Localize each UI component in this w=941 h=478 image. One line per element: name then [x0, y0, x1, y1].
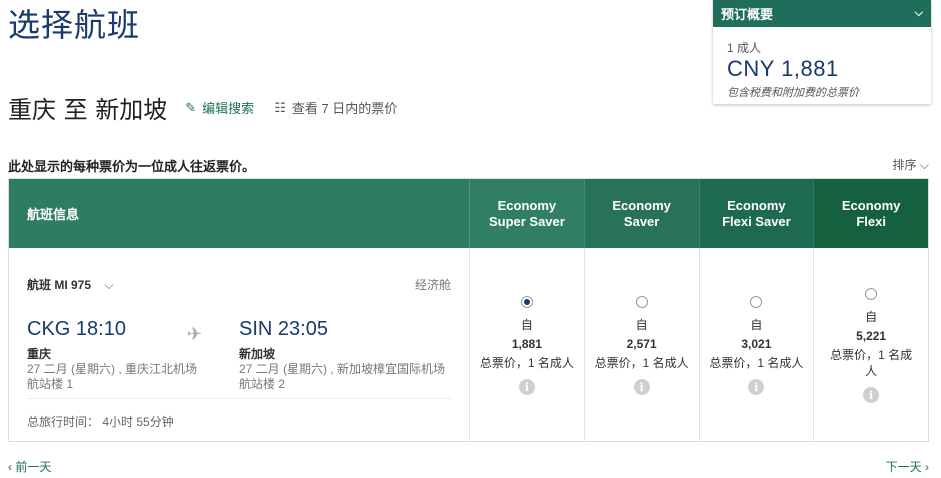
- arrival-terminal: 航站楼 2: [239, 377, 286, 391]
- fare-radio-super-saver[interactable]: [520, 296, 533, 308]
- fare-radio-flexi[interactable]: [865, 288, 878, 300]
- flight-number: 航班 MI 975: [27, 278, 92, 292]
- booking-summary-title: 预订概要: [721, 7, 774, 22]
- chevron-down-icon: ⌵: [104, 278, 114, 292]
- info-icon[interactable]: i: [518, 379, 535, 395]
- sort-dropdown[interactable]: 排序 ⌵: [893, 156, 929, 173]
- fare-subtext: 总票价，1 名成人: [594, 356, 689, 370]
- fare-option-super-saver[interactable]: 自 1,881 总票价，1 名成人 i: [469, 248, 584, 442]
- departure-segment: CKG 18:10 重庆 27 二月 (星期六) , 重庆江北机场 航站楼 1: [27, 318, 197, 392]
- fare-header-super-saver: Economy Super Saver: [469, 179, 584, 248]
- summary-price-note: 包含税费和附加费的总票价: [727, 87, 859, 99]
- fare-subtext: 总票价，1 名成人: [479, 356, 574, 370]
- divider: [27, 398, 452, 399]
- arrival-time: SIN 23:05: [239, 318, 328, 340]
- edit-search-label: 编辑搜索: [202, 101, 255, 116]
- airplane-icon: ✈: [187, 324, 203, 344]
- fare-option-saver[interactable]: 自 2,571 总票价，1 名成人 i: [583, 248, 699, 442]
- flight-info-cell: 航班 MI 975 ⌵ 经济舱 CKG 18:10 重庆 27 二月 (星期六)…: [9, 248, 469, 442]
- fare-price: 5,221: [856, 329, 887, 343]
- fare-price: 2,571: [626, 337, 657, 351]
- fare-subtext: 总票价，1 名成人: [830, 348, 913, 378]
- fare-note: 此处显示的每种票价为一位成人往返票价。: [8, 159, 256, 174]
- table-header: 航班信息 Economy Super Saver Economy Saver E…: [9, 179, 929, 248]
- flight-info-header: 航班信息: [9, 179, 470, 248]
- booking-summary-header[interactable]: 预订概要 ⌵: [713, 0, 931, 27]
- arrival-segment: SIN 23:05 新加坡 27 二月 (星期六) , 新加坡樟宜国际机场 航站…: [239, 318, 445, 392]
- departure-time: CKG 18:10: [27, 318, 126, 340]
- fare-subtext: 总票价，1 名成人: [709, 356, 804, 370]
- fare-from-label: 自: [520, 318, 533, 332]
- fare-radio-saver[interactable]: [635, 296, 648, 308]
- fare-option-flexi[interactable]: 自 5,221 总票价，1 名成人 i: [813, 248, 928, 442]
- info-icon[interactable]: i: [633, 379, 650, 395]
- edit-search-link[interactable]: ✎ 编辑搜索: [185, 98, 254, 117]
- departure-date-airport: 27 二月 (星期六) , 重庆江北机场: [27, 362, 198, 376]
- fare-price: 1,881: [511, 337, 542, 351]
- sort-label: 排序: [892, 158, 917, 172]
- page: 选择航班 预订概要 ⌵ 1 成人 CNY 1,881 包含税费和附加费的总票价 …: [0, 0, 941, 478]
- info-icon[interactable]: i: [863, 387, 880, 403]
- view-7-day-fares-link[interactable]: ☷ 查看 7 日内的票价: [274, 98, 397, 117]
- next-day-link[interactable]: 下一天 ›: [886, 458, 929, 475]
- fare-price: 3,021: [741, 337, 772, 351]
- booking-summary-panel: 预订概要 ⌵ 1 成人 CNY 1,881 包含税费和附加费的总票价: [713, 0, 931, 104]
- edit-icon: ✎: [185, 99, 197, 115]
- fare-header-flexi-saver: Economy Flexi Saver: [698, 179, 814, 248]
- previous-day-link[interactable]: ‹ 前一天: [8, 458, 51, 475]
- departure-city: 重庆: [27, 347, 52, 361]
- view-7-day-label: 查看 7 日内的票价: [291, 101, 398, 116]
- fare-radio-flexi-saver[interactable]: [750, 296, 763, 308]
- arrival-date-airport: 27 二月 (星期六) , 新加坡樟宜国际机场: [239, 362, 446, 376]
- cabin-class: 经济舱: [415, 278, 452, 292]
- flight-number-toggle[interactable]: 航班 MI 975 ⌵: [27, 276, 113, 293]
- total-travel-time: 总旅行时间： 4小时 55分钟: [27, 415, 174, 429]
- route-bar: 重庆 至 新加坡 ✎ 编辑搜索 ☷ 查看 7 日内的票价: [8, 90, 397, 125]
- info-icon[interactable]: i: [748, 379, 765, 395]
- summary-total-price: CNY 1,881: [727, 56, 839, 81]
- route-title: 重庆 至 新加坡: [8, 96, 168, 124]
- fare-from-label: 自: [865, 310, 878, 324]
- arrival-city: 新加坡: [239, 347, 276, 361]
- fare-header-flexi: Economy Flexi: [813, 179, 929, 248]
- calendar-grid-icon: ☷: [274, 99, 286, 115]
- summary-passengers: 1 成人: [727, 41, 762, 55]
- chevron-down-icon: ⌵: [919, 158, 929, 172]
- page-title: 选择航班: [8, 6, 141, 44]
- fare-option-flexi-saver[interactable]: 自 3,021 总票价，1 名成人 i: [698, 248, 814, 442]
- fare-from-label: 自: [635, 318, 648, 332]
- chevron-down-icon[interactable]: ⌵: [915, 7, 923, 20]
- fare-header-saver: Economy Saver: [583, 179, 699, 248]
- flight-table: 航班信息 Economy Super Saver Economy Saver E…: [8, 178, 929, 442]
- table-row: 航班 MI 975 ⌵ 经济舱 CKG 18:10 重庆 27 二月 (星期六)…: [9, 248, 928, 442]
- fare-from-label: 自: [750, 318, 763, 332]
- departure-terminal: 航站楼 1: [27, 377, 74, 391]
